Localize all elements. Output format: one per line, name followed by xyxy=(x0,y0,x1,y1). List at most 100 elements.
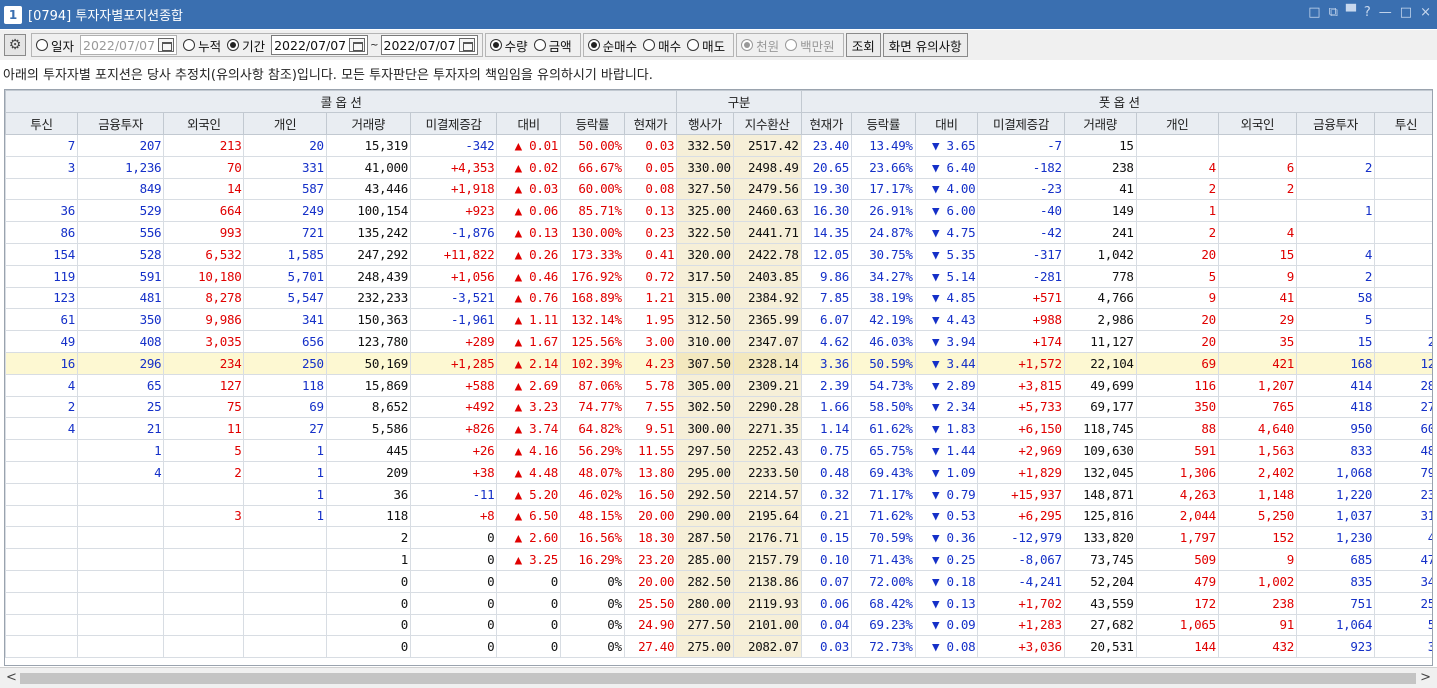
scroll-left-arrow-icon[interactable]: < xyxy=(6,670,17,685)
cell-call-volume: 209 xyxy=(325,460,411,484)
cell-strike-price: 282.50 xyxy=(676,569,734,593)
help-icon[interactable]: ? xyxy=(1364,5,1371,20)
cell-put-change-rate: 23.66% xyxy=(850,155,916,179)
query-button[interactable]: 조회 xyxy=(845,33,881,57)
column-header-call-change[interactable]: 대비 xyxy=(496,112,562,135)
daily-date-field[interactable]: 2022/07/07 xyxy=(80,35,178,55)
table-row[interactable]: 7 207 213 20 15,319 -342 ▲ 0.01 50.00% 0.03 332.5… xyxy=(5,134,1432,157)
radio-sell[interactable] xyxy=(687,39,700,51)
column-header-put-foreign[interactable]: 외국인 xyxy=(1217,112,1297,135)
column-header-call-change-rate[interactable]: 등락률 xyxy=(560,112,625,135)
column-header-index-equivalent[interactable]: 지수환산 xyxy=(732,112,802,135)
gear-icon[interactable]: ⚙ xyxy=(4,34,26,56)
column-header-put-investment-trust[interactable]: 투신 xyxy=(1374,112,1432,135)
horizontal-scrollbar[interactable]: < > xyxy=(0,667,1437,688)
cell-call-price: 4.23 xyxy=(623,351,678,375)
cell-put-change: ▼ 3.94 xyxy=(914,330,979,353)
cell-put-oi-change: -23 xyxy=(977,177,1065,201)
column-header-put-financial-investment[interactable]: 금융투자 xyxy=(1295,112,1376,135)
cell-put-financial-investment: 1,064 xyxy=(1295,613,1376,637)
table-row[interactable]: 849 14 587 43,446 +1,918 ▲ 0.03 60.00% 0.08 327.… xyxy=(5,177,1432,201)
column-header-put-price[interactable]: 현재가 xyxy=(800,112,852,135)
minimize-layout-icon[interactable]: □ xyxy=(1308,5,1320,20)
radio-cumulative[interactable] xyxy=(183,39,196,51)
calendar-icon[interactable] xyxy=(349,38,366,52)
column-header-put-individual[interactable]: 개인 xyxy=(1135,112,1219,135)
float-window-icon[interactable]: ⧉ xyxy=(1329,5,1338,20)
calendar-icon[interactable] xyxy=(158,38,175,52)
period-start-field[interactable]: 2022/07/07 xyxy=(271,35,369,55)
cell-call-individual: 250 xyxy=(243,351,327,375)
table-row[interactable]: 119 591 10,180 5,701 248,439 +1,056 ▲ 0.46 176.… xyxy=(5,264,1432,288)
column-header-call-financial-investment[interactable]: 금융투자 xyxy=(76,112,165,135)
column-header-strike-price[interactable]: 행사가 xyxy=(676,112,734,135)
cell-put-oi-change: +6,150 xyxy=(977,417,1065,441)
table-row[interactable]: 4 21 11 27 5,586 +826 ▲ 3.74 64.82% 9.51 300.00 22… xyxy=(5,417,1432,441)
table-row[interactable]: 16 296 234 250 50,169 +1,285 ▲ 2.14 102.39% 4.23… xyxy=(5,351,1432,375)
scrollbar-thumb[interactable] xyxy=(20,673,1416,684)
position-table-container[interactable]: 콜 옵 션 구분 풋 옵 션 투신 금융투자 외국인 개인 거래량 미결제증감 대비 등락률 현… xyxy=(4,89,1433,666)
table-row[interactable]: 2 25 75 69 8,652 +492 ▲ 3.23 74.77% 7.55 302.50 22… xyxy=(5,395,1432,419)
radio-buy[interactable] xyxy=(643,39,656,51)
radio-thousand-won[interactable] xyxy=(741,39,754,51)
calendar-icon[interactable] xyxy=(458,38,475,52)
radio-daily[interactable] xyxy=(36,39,48,51)
column-header-put-volume[interactable]: 거래량 xyxy=(1063,112,1137,135)
scroll-right-arrow-icon[interactable]: > xyxy=(1420,670,1431,685)
table-row[interactable]: 2 0 ▲ 2.60 16.56% 18.30 287.50 2176.71 0.15 70.5… xyxy=(5,526,1432,550)
radio-net-buy[interactable] xyxy=(587,39,600,51)
radio-quantity[interactable] xyxy=(489,39,502,51)
radio-amount[interactable] xyxy=(533,39,546,51)
cell-put-change: ▼ 2.89 xyxy=(914,373,979,397)
table-row[interactable]: 4 2 1 209 +38 ▲ 4.48 48.07% 13.80 295.00 2233.50 0… xyxy=(5,460,1432,484)
cell-put-financial-investment: 1,220 xyxy=(1295,482,1376,506)
table-row[interactable]: 61 350 9,986 341 150,363 -1,961 ▲ 1.11 132.14% 1… xyxy=(5,308,1432,332)
table-row[interactable]: 36 529 664 249 100,154 +923 ▲ 0.06 85.71% 0.13 32… xyxy=(5,199,1432,223)
table-row[interactable]: 1 5 1 445 +26 ▲ 4.16 56.29% 11.55 297.50 2252.43 0… xyxy=(5,439,1432,462)
table-row[interactable]: 1 0 ▲ 3.25 16.29% 23.20 285.00 2157.79 0.10 71.4… xyxy=(5,548,1432,571)
column-header-call-individual[interactable]: 개인 xyxy=(243,112,327,135)
table-row[interactable]: 0 0 0 0% 25.50 280.00 2119.93 0.06 68.42% ▼ 0.13 +… xyxy=(5,591,1432,615)
cell-call-change-rate: 74.77% xyxy=(560,395,625,419)
column-header-call-oi-change[interactable]: 미결제증감 xyxy=(409,112,498,135)
table-row[interactable]: 0 0 0 0% 27.40 275.00 2082.07 0.03 72.73% ▼ 0.08 +… xyxy=(5,635,1432,659)
pin-icon[interactable]: ▀ xyxy=(1346,5,1356,20)
table-row[interactable]: 154 528 6,532 1,585 247,292 +11,822 ▲ 0.26 173.… xyxy=(5,242,1432,266)
screen-notes-button[interactable]: 화면 유의사항 xyxy=(882,33,968,57)
table-row[interactable]: 1 36 -11 ▲ 5.20 46.02% 16.50 292.50 2214.57 0.32… xyxy=(5,482,1432,506)
cell-put-change-rate: 72.73% xyxy=(850,635,916,659)
column-header-put-change[interactable]: 대비 xyxy=(914,112,979,135)
cell-call-financial-investment xyxy=(76,591,165,615)
column-header-call-volume[interactable]: 거래량 xyxy=(325,112,411,135)
column-header-call-investment-trust[interactable]: 투신 xyxy=(5,112,78,135)
cell-call-investment-trust: 16 xyxy=(5,351,78,375)
table-row[interactable]: 3 1,236 70 331 41,000 +4,353 ▲ 0.02 66.67% 0.05 3… xyxy=(5,155,1432,179)
cell-call-volume: 0 xyxy=(325,613,411,637)
column-header-call-price[interactable]: 현재가 xyxy=(623,112,678,135)
trade-type-group: 순매수 매수 매도 xyxy=(582,33,735,57)
maximize-icon[interactable]: □ xyxy=(1400,5,1412,20)
radio-period[interactable] xyxy=(227,39,240,51)
column-header-put-change-rate[interactable]: 등락률 xyxy=(850,112,916,135)
table-row[interactable]: 86 556 993 721 135,242 -1,876 ▲ 0.13 130.00% 0.2… xyxy=(5,221,1432,244)
column-header-call-foreign[interactable]: 외국인 xyxy=(163,112,245,135)
radio-quantity-label: 수량 xyxy=(504,38,528,54)
table-row[interactable]: 3 1 118 +8 ▲ 6.50 48.15% 20.00 290.00 2195.64 0.2… xyxy=(5,504,1432,528)
cell-put-change-rate: 34.27% xyxy=(850,264,916,288)
table-row[interactable]: 0 0 0 0% 20.00 282.50 2138.86 0.07 72.00% ▼ 0.18-… xyxy=(5,569,1432,593)
column-header-put-oi-change[interactable]: 미결제증감 xyxy=(977,112,1065,135)
table-row[interactable]: 4 65 127 118 15,869 +588 ▲ 2.69 87.06% 5.78 305.0… xyxy=(5,373,1432,397)
minimize-icon[interactable]: — xyxy=(1379,5,1392,20)
table-row[interactable]: 0 0 0 0% 24.90 277.50 2101.00 0.04 69.23% ▼ 0.09 +… xyxy=(5,613,1432,637)
table-row[interactable]: 49 408 3,035 656 123,780 +289 ▲ 1.67 125.56% 3.0… xyxy=(5,330,1432,353)
cell-put-change: ▼ 5.14 xyxy=(914,264,979,288)
cell-put-financial-investment: 4 xyxy=(1295,242,1376,266)
period-end-field[interactable]: 2022/07/07 xyxy=(380,35,478,55)
cell-call-change-rate: 87.06% xyxy=(560,373,625,397)
radio-million-won[interactable] xyxy=(785,39,798,51)
cell-call-individual: 5,547 xyxy=(243,286,327,310)
table-row[interactable]: 123 481 8,278 5,547 232,233 -3,521 ▲ 0.76 168.8… xyxy=(5,286,1432,310)
cell-call-change-rate: 46.02% xyxy=(560,482,625,506)
close-icon[interactable]: × xyxy=(1420,5,1431,20)
radio-million-won-label: 백만원 xyxy=(800,38,835,54)
